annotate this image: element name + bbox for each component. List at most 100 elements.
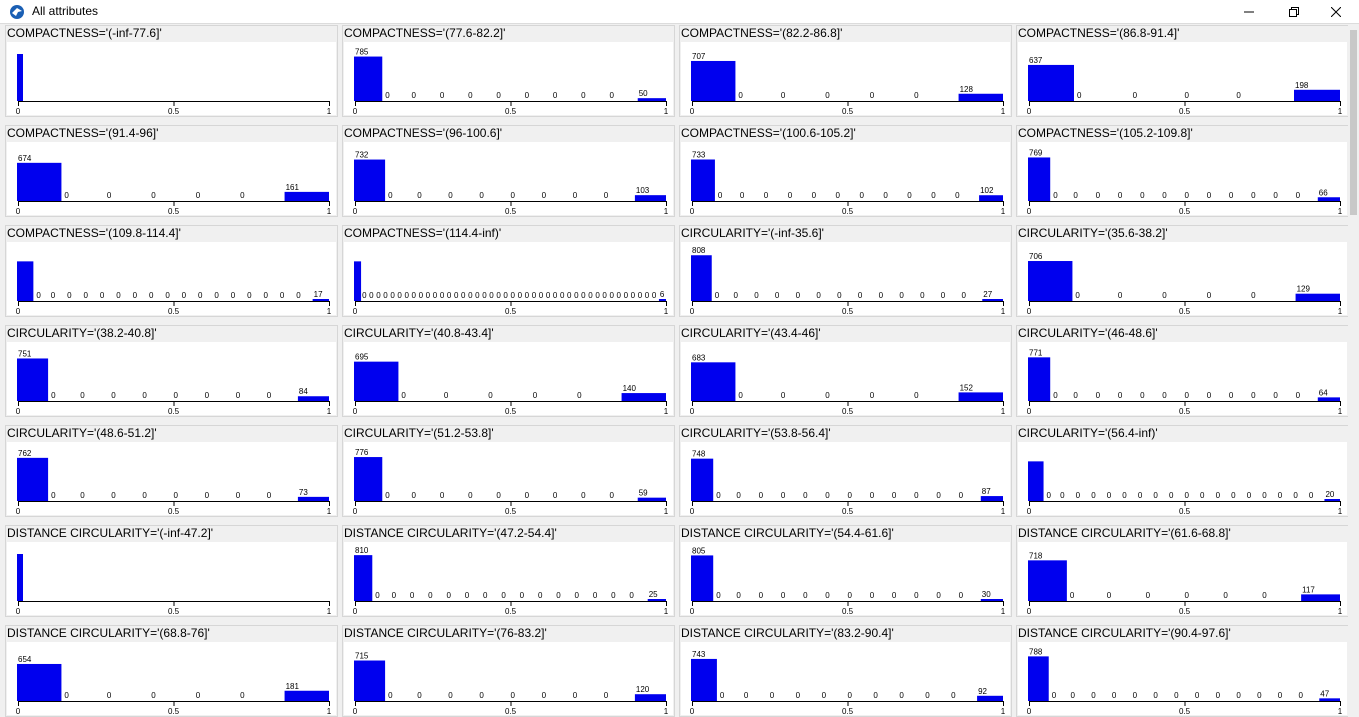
x-tick-label: 1 [664,207,669,216]
plot-area: 0 0.5 1 732 0 0 0 0 0 0 0 0 103 [344,142,673,216]
bar-value-label: 0 [107,191,112,200]
bar-value-label: 0 [581,291,586,300]
bar-value-label: 695 [355,353,369,362]
bar-value-label: 0 [609,91,614,100]
histogram-title: COMPACTNESS='(77.6-82.2]' [344,26,506,40]
bar-value-label: 0 [1060,491,1065,500]
bar-value-label: 120 [636,685,650,694]
bar-value-label: 0 [1262,491,1267,500]
plot-area: 0 0.5 1 808 0 0 0 0 0 0 0 0 0 0 0 0 0 27 [681,242,1010,316]
minimize-button[interactable] [1226,0,1272,23]
bar-value-label: 0 [1223,591,1228,600]
histogram-bar [17,554,23,601]
plot-area: 0 0.5 1 [7,542,336,616]
bar-value-label: 0 [388,691,393,700]
x-tick-label: 0.5 [1179,307,1191,316]
bar-value-label: 0 [496,91,501,100]
bar-value-label: 0 [951,691,956,700]
plot-area: 0 0.5 1 771 0 0 0 0 0 0 0 0 0 0 0 0 64 [1018,342,1347,416]
bar-value-label: 0 [738,91,743,100]
plot-area: 0 0.5 1 751 0 0 0 0 0 0 0 0 84 [7,342,336,416]
bar-value-label: 0 [1138,491,1143,500]
bar-value-label: 0 [781,591,786,600]
histogram-bar [958,93,1003,101]
histogram-title: CIRCULARITY='(40.8-43.4]' [344,326,494,340]
bar-value-label: 0 [1091,491,1096,500]
histogram-title: DISTANCE CIRCULARITY='(76-83.2]' [344,626,547,640]
histogram-panel: COMPACTNESS='(109.8-114.4]' 0 0.5 1 0 0 0 0 0 0 0 0… [5,225,338,317]
bar-value-label: 0 [142,491,147,500]
bar-value-label: 0 [716,591,721,600]
bar-value-label: 0 [51,291,56,300]
histogram-panel: DISTANCE CIRCULARITY='(83.2-90.4]' 0 0.5 1 7… [679,625,1012,717]
bar-value-label: 0 [1309,491,1314,500]
bar-value-label: 0 [525,491,530,500]
bar-value-label: 718 [1029,551,1043,560]
bar-value-label: 30 [982,590,991,599]
maximize-icon [1289,6,1299,17]
histogram-title: DISTANCE CIRCULARITY='(54.4-61.6]' [681,526,894,540]
bar-value-label: 0 [376,291,381,300]
histogram-title: DISTANCE CIRCULARITY='(83.2-90.4]' [681,626,894,640]
histogram-panel: COMPACTNESS='(114.4-inf)' 0 0.5 1 0 0 0 0 0 0 0 0 0 0… [342,225,675,317]
x-tick-label: 0 [353,307,358,316]
plot-area: 0 0.5 1 762 0 0 0 0 0 0 0 0 73 [7,442,336,516]
bar-value-label: 0 [397,291,402,300]
histogram-panel: DISTANCE CIRCULARITY='(90.4-97.6]' 0 0.5 1 7… [1016,625,1349,717]
histogram-title: CIRCULARITY='(56.4-inf)' [1018,426,1158,440]
bar-value-label: 0 [1247,491,1252,500]
bar-value-label: 0 [870,591,875,600]
bar-value-label: 0 [532,291,537,300]
close-button[interactable] [1313,0,1359,23]
histogram-bar [1028,157,1051,201]
histogram-panel: COMPACTNESS='(100.6-105.2]' 0 0.5 1 733 0 0 0 0 0… [679,125,1012,217]
x-tick-label: 0 [16,407,21,416]
bar-value-label: 0 [604,191,609,200]
histogram-panel: CIRCULARITY='(40.8-43.4]' 0 0.5 1 695 0 0 0 0 0 14… [342,325,675,417]
bar-value-label: 0 [1070,691,1075,700]
bar-value-label: 805 [692,546,706,555]
bar-value-label: 0 [1262,591,1267,600]
bar-value-label: 0 [196,691,201,700]
histogram-chart: 0 0.5 1 654 0 0 0 0 0 181 [16,655,332,716]
bar-value-label: 0 [899,691,904,700]
bar-value-label: 66 [1319,188,1328,197]
bar-value-label: 0 [775,291,780,300]
bar-value-label: 0 [914,391,919,400]
bar-value-label: 0 [941,291,946,300]
x-tick-label: 0.5 [505,407,517,416]
histogram-bar [354,555,373,601]
x-tick-label: 0 [353,107,358,116]
bar-value-label: 0 [236,491,241,500]
plot-area: 0 0.5 1 810 0 0 0 0 0 0 0 0 0 0 0 0 0 0 0 25 [344,542,673,616]
bar-value-label: 0 [796,291,801,300]
plot-area: 0 0.5 1 0 0 0 0 0 0 0 0 0 0 0 0 0 0 0 0 0 17 [7,242,336,316]
scrollbar-thumb[interactable] [1350,30,1357,215]
bar-value-label: 0 [542,191,547,200]
bar-value-label: 0 [720,691,725,700]
x-tick-label: 1 [1001,607,1006,616]
histogram-panel: COMPACTNESS='(-inf-77.6]' 0 0.5 1 [5,25,338,117]
bar-value-label: 808 [692,246,706,255]
histogram-bar [1028,560,1067,601]
x-tick-label: 0 [16,607,21,616]
histogram-chart: 0 0.5 1 771 0 0 0 0 0 0 0 0 0 0 0 0 64 [1027,348,1343,416]
bar-value-label: 0 [629,591,634,600]
x-tick-label: 1 [664,607,669,616]
x-tick-label: 0 [1027,207,1032,216]
plot-area: 0 0.5 1 0 0 0 0 0 0 0 0 0 0 0 0 0 0 0 0 0 0 0 0 0 0 0 0 0 0 0 0 0 0 0 0 0 0 0… [344,242,673,316]
bar-value-label: 0 [100,291,105,300]
vertical-scrollbar[interactable] [1348,24,1359,717]
x-tick-label: 0 [690,707,695,716]
bar-value-label: 0 [602,291,607,300]
x-tick-label: 0 [1027,607,1032,616]
x-tick-label: 0 [353,207,358,216]
bar-value-label: 0 [468,291,473,300]
bar-value-label: 0 [280,291,285,300]
x-tick-label: 0.5 [1179,107,1191,116]
histogram-bar [17,457,49,501]
maximize-button[interactable] [1271,0,1317,23]
histogram-panel: COMPACTNESS='(96-100.6]' 0 0.5 1 732 0 0 0 0 0 0 0 0… [342,125,675,217]
bar-value-label: 0 [1096,391,1101,400]
histogram-title: COMPACTNESS='(96-100.6]' [344,126,503,140]
